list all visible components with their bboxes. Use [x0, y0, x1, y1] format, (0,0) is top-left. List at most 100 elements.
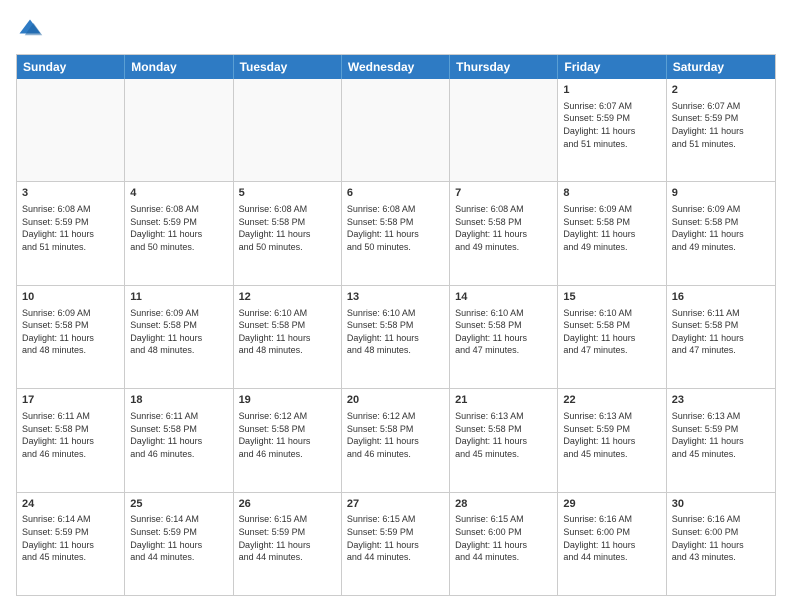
- header-day-sunday: Sunday: [17, 55, 125, 79]
- day-info: Sunrise: 6:10 AM Sunset: 5:58 PM Dayligh…: [563, 307, 660, 357]
- day-number: 16: [672, 290, 770, 305]
- calendar-row-3: 10 Sunrise: 6:09 AM Sunset: 5:58 PM Dayli…: [17, 285, 775, 388]
- day-info: Sunrise: 6:09 AM Sunset: 5:58 PM Dayligh…: [672, 203, 770, 253]
- day-number: 1: [563, 83, 660, 98]
- day-info: Sunrise: 6:13 AM Sunset: 5:59 PM Dayligh…: [563, 410, 660, 460]
- day-info: Sunrise: 6:11 AM Sunset: 5:58 PM Dayligh…: [22, 410, 119, 460]
- day-19: 19 Sunrise: 6:12 AM Sunset: 5:58 PM Dayli…: [234, 389, 342, 491]
- day-info: Sunrise: 6:12 AM Sunset: 5:58 PM Dayligh…: [347, 410, 444, 460]
- header-day-tuesday: Tuesday: [234, 55, 342, 79]
- day-info: Sunrise: 6:15 AM Sunset: 5:59 PM Dayligh…: [347, 513, 444, 563]
- day-17: 17 Sunrise: 6:11 AM Sunset: 5:58 PM Dayli…: [17, 389, 125, 491]
- day-info: Sunrise: 6:09 AM Sunset: 5:58 PM Dayligh…: [22, 307, 119, 357]
- day-number: 13: [347, 290, 444, 305]
- day-info: Sunrise: 6:10 AM Sunset: 5:58 PM Dayligh…: [347, 307, 444, 357]
- day-5: 5 Sunrise: 6:08 AM Sunset: 5:58 PM Daylig…: [234, 182, 342, 284]
- day-30: 30Sunrise: 6:16 AM Sunset: 6:00 PM Dayli…: [667, 493, 775, 595]
- day-6: 6 Sunrise: 6:08 AM Sunset: 5:58 PM Daylig…: [342, 182, 450, 284]
- day-info: Sunrise: 6:13 AM Sunset: 5:58 PM Dayligh…: [455, 410, 552, 460]
- day-number: 21: [455, 393, 552, 408]
- day-22: 22 Sunrise: 6:13 AM Sunset: 5:59 PM Dayli…: [558, 389, 666, 491]
- day-info: Sunrise: 6:11 AM Sunset: 5:58 PM Dayligh…: [130, 410, 227, 460]
- header-day-monday: Monday: [125, 55, 233, 79]
- day-info: Sunrise: 6:09 AM Sunset: 5:58 PM Dayligh…: [130, 307, 227, 357]
- calendar-row-2: 3 Sunrise: 6:08 AM Sunset: 5:59 PM Daylig…: [17, 181, 775, 284]
- day-24: 24Sunrise: 6:14 AM Sunset: 5:59 PM Dayli…: [17, 493, 125, 595]
- day-12: 12 Sunrise: 6:10 AM Sunset: 5:58 PM Dayli…: [234, 286, 342, 388]
- calendar-row-1: 1 Sunrise: 6:07 AM Sunset: 5:59 PM Daylig…: [17, 79, 775, 181]
- day-info: Sunrise: 6:07 AM Sunset: 5:59 PM Dayligh…: [672, 100, 770, 150]
- empty-cell: [342, 79, 450, 181]
- logo: [16, 16, 48, 44]
- day-number: 19: [239, 393, 336, 408]
- header: [16, 16, 776, 44]
- day-info: Sunrise: 6:08 AM Sunset: 5:58 PM Dayligh…: [347, 203, 444, 253]
- day-info: Sunrise: 6:07 AM Sunset: 5:59 PM Dayligh…: [563, 100, 660, 150]
- empty-cell: [17, 79, 125, 181]
- day-14: 14 Sunrise: 6:10 AM Sunset: 5:58 PM Dayli…: [450, 286, 558, 388]
- day-info: Sunrise: 6:08 AM Sunset: 5:59 PM Dayligh…: [130, 203, 227, 253]
- empty-cell: [450, 79, 558, 181]
- day-info: Sunrise: 6:13 AM Sunset: 5:59 PM Dayligh…: [672, 410, 770, 460]
- day-number: 20: [347, 393, 444, 408]
- calendar-header: SundayMondayTuesdayWednesdayThursdayFrid…: [17, 55, 775, 79]
- day-number: 27: [347, 497, 444, 512]
- day-1: 1 Sunrise: 6:07 AM Sunset: 5:59 PM Daylig…: [558, 79, 666, 181]
- day-3: 3Sunrise: 6:08 AM Sunset: 5:59 PM Daylig…: [17, 182, 125, 284]
- day-info: Sunrise: 6:14 AM Sunset: 5:59 PM Dayligh…: [22, 513, 119, 563]
- day-number: 10: [22, 290, 119, 305]
- day-number: 5: [239, 186, 336, 201]
- day-8: 8 Sunrise: 6:09 AM Sunset: 5:58 PM Daylig…: [558, 182, 666, 284]
- day-info: Sunrise: 6:15 AM Sunset: 5:59 PM Dayligh…: [239, 513, 336, 563]
- day-number: 15: [563, 290, 660, 305]
- header-day-saturday: Saturday: [667, 55, 775, 79]
- day-13: 13 Sunrise: 6:10 AM Sunset: 5:58 PM Dayli…: [342, 286, 450, 388]
- header-day-wednesday: Wednesday: [342, 55, 450, 79]
- day-info: Sunrise: 6:14 AM Sunset: 5:59 PM Dayligh…: [130, 513, 227, 563]
- day-number: 28: [455, 497, 552, 512]
- day-23: 23 Sunrise: 6:13 AM Sunset: 5:59 PM Dayli…: [667, 389, 775, 491]
- day-28: 28Sunrise: 6:15 AM Sunset: 6:00 PM Dayli…: [450, 493, 558, 595]
- day-info: Sunrise: 6:08 AM Sunset: 5:58 PM Dayligh…: [239, 203, 336, 253]
- day-number: 22: [563, 393, 660, 408]
- day-number: 17: [22, 393, 119, 408]
- day-info: Sunrise: 6:08 AM Sunset: 5:58 PM Dayligh…: [455, 203, 552, 253]
- day-11: 11 Sunrise: 6:09 AM Sunset: 5:58 PM Dayli…: [125, 286, 233, 388]
- day-number: 24: [22, 497, 119, 512]
- day-number: 23: [672, 393, 770, 408]
- day-number: 4: [130, 186, 227, 201]
- day-number: 2: [672, 83, 770, 98]
- day-10: 10 Sunrise: 6:09 AM Sunset: 5:58 PM Dayli…: [17, 286, 125, 388]
- page: SundayMondayTuesdayWednesdayThursdayFrid…: [0, 0, 792, 612]
- day-2: 2 Sunrise: 6:07 AM Sunset: 5:59 PM Daylig…: [667, 79, 775, 181]
- day-info: Sunrise: 6:12 AM Sunset: 5:58 PM Dayligh…: [239, 410, 336, 460]
- day-number: 18: [130, 393, 227, 408]
- day-number: 3: [22, 186, 119, 201]
- day-27: 27Sunrise: 6:15 AM Sunset: 5:59 PM Dayli…: [342, 493, 450, 595]
- day-number: 14: [455, 290, 552, 305]
- day-9: 9 Sunrise: 6:09 AM Sunset: 5:58 PM Daylig…: [667, 182, 775, 284]
- day-info: Sunrise: 6:10 AM Sunset: 5:58 PM Dayligh…: [239, 307, 336, 357]
- day-number: 9: [672, 186, 770, 201]
- calendar-row-5: 24Sunrise: 6:14 AM Sunset: 5:59 PM Dayli…: [17, 492, 775, 595]
- day-number: 6: [347, 186, 444, 201]
- day-number: 11: [130, 290, 227, 305]
- calendar: SundayMondayTuesdayWednesdayThursdayFrid…: [16, 54, 776, 596]
- day-number: 25: [130, 497, 227, 512]
- header-day-thursday: Thursday: [450, 55, 558, 79]
- day-4: 4 Sunrise: 6:08 AM Sunset: 5:59 PM Daylig…: [125, 182, 233, 284]
- day-number: 8: [563, 186, 660, 201]
- day-18: 18 Sunrise: 6:11 AM Sunset: 5:58 PM Dayli…: [125, 389, 233, 491]
- day-25: 25Sunrise: 6:14 AM Sunset: 5:59 PM Dayli…: [125, 493, 233, 595]
- day-number: 12: [239, 290, 336, 305]
- day-number: 26: [239, 497, 336, 512]
- day-29: 29Sunrise: 6:16 AM Sunset: 6:00 PM Dayli…: [558, 493, 666, 595]
- day-info: Sunrise: 6:10 AM Sunset: 5:58 PM Dayligh…: [455, 307, 552, 357]
- empty-cell: [234, 79, 342, 181]
- day-info: Sunrise: 6:11 AM Sunset: 5:58 PM Dayligh…: [672, 307, 770, 357]
- day-info: Sunrise: 6:09 AM Sunset: 5:58 PM Dayligh…: [563, 203, 660, 253]
- day-info: Sunrise: 6:15 AM Sunset: 6:00 PM Dayligh…: [455, 513, 552, 563]
- day-7: 7Sunrise: 6:08 AM Sunset: 5:58 PM Daylig…: [450, 182, 558, 284]
- day-20: 20 Sunrise: 6:12 AM Sunset: 5:58 PM Dayli…: [342, 389, 450, 491]
- day-info: Sunrise: 6:16 AM Sunset: 6:00 PM Dayligh…: [672, 513, 770, 563]
